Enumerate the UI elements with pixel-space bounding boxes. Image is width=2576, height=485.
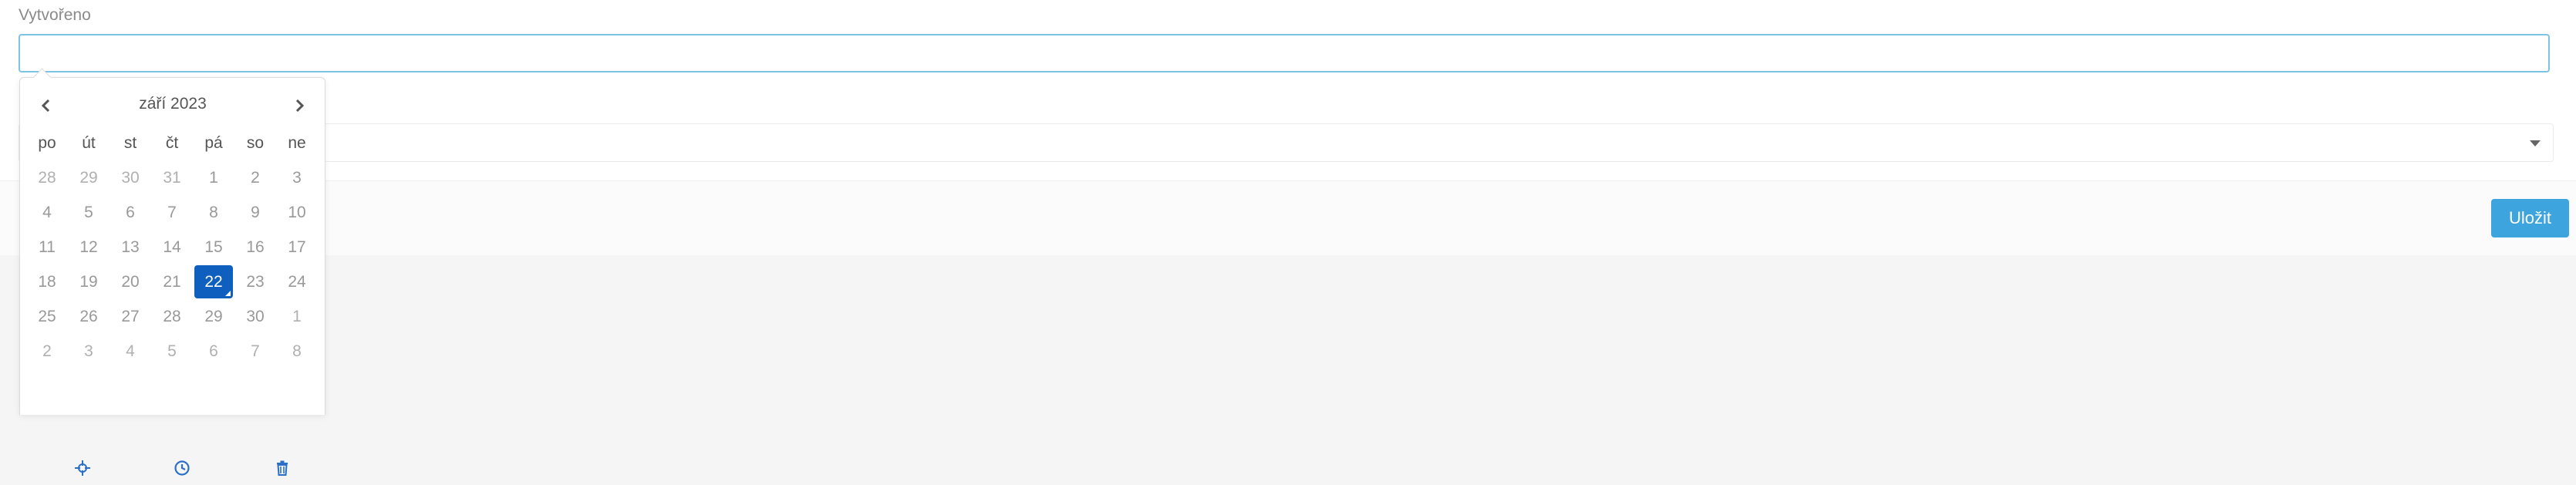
calendar-day[interactable]: 26 [69,300,108,333]
calendar-day[interactable]: 6 [111,196,150,229]
calendar-day[interactable]: 19 [69,265,108,298]
calendar-day[interactable]: 3 [69,335,108,368]
calendar-day[interactable]: 3 [278,161,316,194]
calendar-day[interactable]: 28 [153,300,191,333]
calendar-day[interactable]: 15 [194,231,233,264]
calendar-day[interactable]: 8 [278,335,316,368]
chevron-right-icon [295,99,305,113]
calendar-day[interactable]: 4 [111,335,150,368]
calendar-day[interactable]: 30 [111,161,150,194]
calendar-day[interactable]: 6 [194,335,233,368]
calendar-day[interactable]: 21 [153,265,191,298]
calendar-day[interactable]: 5 [153,335,191,368]
weekday-header: ne [288,133,306,152]
calendar-day[interactable]: 5 [69,196,108,229]
datepicker-popup: září 2023 po út st čt pá so ne 28 29 30 31 1 2 3 4 5 6 7 8… [19,68,325,476]
form-footer [0,180,2576,255]
calendar-day[interactable]: 29 [69,161,108,194]
clock-icon [174,460,190,476]
trash-icon [277,460,288,476]
calendar-day[interactable]: 20 [111,265,150,298]
calendar-day[interactable]: 7 [236,335,275,368]
calendar-day[interactable]: 1 [278,300,316,333]
calendar-day[interactable]: 8 [194,196,233,229]
calendar-day[interactable]: 4 [28,196,66,229]
save-button[interactable]: Uložit [2491,199,2569,237]
calendar-day[interactable]: 12 [69,231,108,264]
prev-month-button[interactable] [32,92,60,120]
calendar-day[interactable]: 9 [236,196,275,229]
calendar-day[interactable]: 25 [28,300,66,333]
calendar-day[interactable]: 11 [28,231,66,264]
select-field[interactable] [19,123,2554,162]
calendar-day[interactable]: 17 [278,231,316,264]
calendar-day[interactable]: 1 [194,161,233,194]
calendar-grid: po út st čt pá so ne 28 29 30 31 1 2 3 4 5 6 7 8 9 10 11 12 13 1… [26,126,318,369]
calendar-day[interactable]: 2 [236,161,275,194]
created-label: Vytvořeno [19,6,91,24]
calendar-day[interactable]: 29 [194,300,233,333]
weekday-header: po [38,133,56,152]
time-picker-button[interactable] [170,456,194,480]
calendar-day[interactable]: 27 [111,300,150,333]
calendar-day[interactable]: 14 [153,231,191,264]
weekday-header: út [82,133,96,152]
weekday-header: čt [165,133,179,152]
weekday-header: pá [204,133,223,152]
calendar-day[interactable]: 24 [278,265,316,298]
calendar-day-selected[interactable]: 22 [194,265,233,298]
form-panel: Vytvořeno [0,0,2576,255]
clear-date-button[interactable] [270,456,295,480]
crosshair-icon [75,460,90,476]
caret-down-icon [2530,140,2541,147]
calendar-day[interactable]: 16 [236,231,275,264]
calendar-day[interactable]: 2 [28,335,66,368]
calendar-day[interactable]: 7 [153,196,191,229]
chevron-left-icon [41,99,50,113]
created-date-input[interactable] [19,34,2550,72]
calendar-day[interactable]: 23 [236,265,275,298]
calendar-day[interactable]: 28 [28,161,66,194]
pick-today-button[interactable] [70,456,95,480]
weekday-header: st [123,133,137,152]
calendar-day[interactable]: 31 [153,161,191,194]
calendar-day[interactable]: 13 [111,231,150,264]
calendar-day[interactable]: 30 [236,300,275,333]
next-month-button[interactable] [285,92,313,120]
weekday-header: so [246,133,265,152]
datepicker-actions [20,451,326,485]
month-title[interactable]: září 2023 [66,95,279,113]
calendar-day[interactable]: 10 [278,196,316,229]
calendar-day[interactable]: 18 [28,265,66,298]
